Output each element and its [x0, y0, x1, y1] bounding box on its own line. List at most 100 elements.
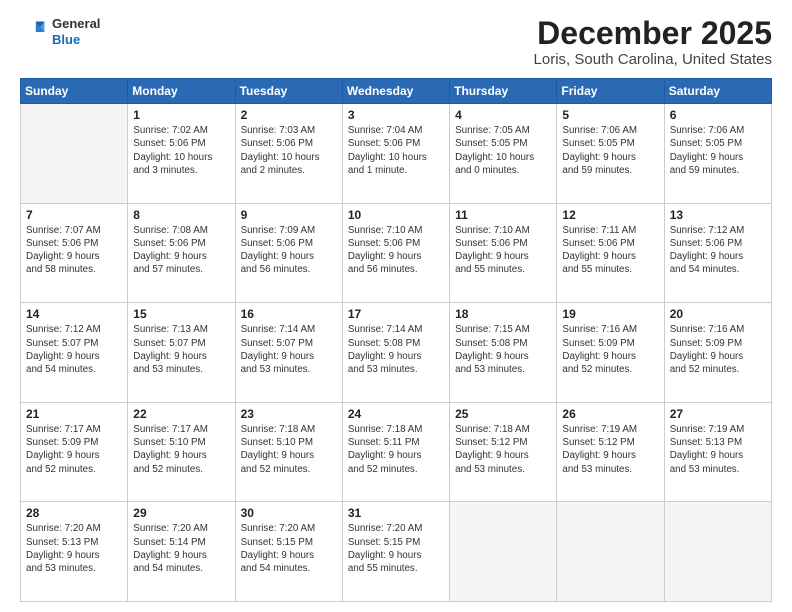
day-number: 19: [562, 307, 658, 321]
month-title: December 2025: [534, 16, 772, 51]
calendar-cell: 12 Sunrise: 7:11 AM Sunset: 5:06 PM Dayli…: [557, 203, 664, 303]
calendar-cell: 24 Sunrise: 7:18 AM Sunset: 5:11 PM Dayli…: [342, 402, 449, 502]
day-number: 12: [562, 208, 658, 222]
calendar-cell: [450, 502, 557, 602]
calendar-cell: 28 Sunrise: 7:20 AM Sunset: 5:13 PM Dayli…: [21, 502, 128, 602]
day-info: Sunrise: 7:16 AM Sunset: 5:09 PM Dayligh…: [670, 323, 766, 376]
weekday-header-monday: Monday: [128, 79, 235, 104]
day-info: Sunrise: 7:05 AM Sunset: 5:05 PM Dayligh…: [455, 124, 551, 177]
calendar-cell: 21Sunrise: 7:17 AM Sunset: 5:09 PM Dayli…: [21, 402, 128, 502]
logo-general-text: General: [52, 16, 100, 31]
day-number: 23: [241, 407, 337, 421]
calendar-cell: 16Sunrise: 7:14 AM Sunset: 5:07 PM Dayli…: [235, 303, 342, 403]
day-info: Sunrise: 7:20 AM Sunset: 5:15 PM Dayligh…: [348, 522, 444, 575]
calendar-week-row: 21Sunrise: 7:17 AM Sunset: 5:09 PM Dayli…: [21, 402, 772, 502]
calendar-cell: 19Sunrise: 7:16 AM Sunset: 5:09 PM Dayli…: [557, 303, 664, 403]
day-info: Sunrise: 7:17 AM Sunset: 5:10 PM Dayligh…: [133, 423, 229, 476]
day-number: 5: [562, 108, 658, 122]
day-number: 2: [241, 108, 337, 122]
calendar-body: 1 Sunrise: 7:02 AM Sunset: 5:06 PM Daylig…: [21, 104, 772, 602]
location-title: Loris, South Carolina, United States: [534, 51, 772, 68]
day-number: 10: [348, 208, 444, 222]
day-number: 30: [241, 506, 337, 520]
calendar-cell: 17 Sunrise: 7:14 AM Sunset: 5:08 PM Dayli…: [342, 303, 449, 403]
day-info: Sunrise: 7:18 AM Sunset: 5:10 PM Dayligh…: [241, 423, 337, 476]
day-number: 17: [348, 307, 444, 321]
calendar-cell: 11Sunrise: 7:10 AM Sunset: 5:06 PM Dayli…: [450, 203, 557, 303]
calendar-header: SundayMondayTuesdayWednesdayThursdayFrid…: [21, 79, 772, 104]
day-info: Sunrise: 7:18 AM Sunset: 5:12 PM Dayligh…: [455, 423, 551, 476]
day-info: Sunrise: 7:08 AM Sunset: 5:06 PM Dayligh…: [133, 224, 229, 277]
title-area: December 2025 Loris, South Carolina, Uni…: [534, 16, 772, 68]
day-number: 26: [562, 407, 658, 421]
day-info: Sunrise: 7:20 AM Sunset: 5:13 PM Dayligh…: [26, 522, 122, 575]
weekday-header-row: SundayMondayTuesdayWednesdayThursdayFrid…: [21, 79, 772, 104]
day-info: Sunrise: 7:19 AM Sunset: 5:12 PM Dayligh…: [562, 423, 658, 476]
calendar-week-row: 28 Sunrise: 7:20 AM Sunset: 5:13 PM Dayli…: [21, 502, 772, 602]
calendar-cell: [21, 104, 128, 204]
day-info: Sunrise: 7:10 AM Sunset: 5:06 PM Dayligh…: [348, 224, 444, 277]
day-info: Sunrise: 7:19 AM Sunset: 5:13 PM Dayligh…: [670, 423, 766, 476]
logo: General Blue: [20, 16, 100, 47]
day-number: 3: [348, 108, 444, 122]
weekday-header-sunday: Sunday: [21, 79, 128, 104]
day-number: 21: [26, 407, 122, 421]
logo-icon: [20, 18, 48, 46]
day-number: 16: [241, 307, 337, 321]
day-number: 14: [26, 307, 122, 321]
calendar-cell: 23 Sunrise: 7:18 AM Sunset: 5:10 PM Dayli…: [235, 402, 342, 502]
day-info: Sunrise: 7:12 AM Sunset: 5:07 PM Dayligh…: [26, 323, 122, 376]
day-number: 27: [670, 407, 766, 421]
calendar-week-row: 1 Sunrise: 7:02 AM Sunset: 5:06 PM Daylig…: [21, 104, 772, 204]
day-number: 13: [670, 208, 766, 222]
calendar-cell: 20 Sunrise: 7:16 AM Sunset: 5:09 PM Dayli…: [664, 303, 771, 403]
day-number: 22: [133, 407, 229, 421]
day-info: Sunrise: 7:20 AM Sunset: 5:14 PM Dayligh…: [133, 522, 229, 575]
calendar-cell: 3 Sunrise: 7:04 AM Sunset: 5:06 PM Daylig…: [342, 104, 449, 204]
calendar-cell: 6 Sunrise: 7:06 AM Sunset: 5:05 PM Daylig…: [664, 104, 771, 204]
day-number: 15: [133, 307, 229, 321]
day-info: Sunrise: 7:12 AM Sunset: 5:06 PM Dayligh…: [670, 224, 766, 277]
weekday-header-tuesday: Tuesday: [235, 79, 342, 104]
day-number: 20: [670, 307, 766, 321]
page: General Blue December 2025 Loris, South …: [0, 0, 792, 612]
calendar-table: SundayMondayTuesdayWednesdayThursdayFrid…: [20, 78, 772, 602]
day-info: Sunrise: 7:04 AM Sunset: 5:06 PM Dayligh…: [348, 124, 444, 177]
calendar-cell: 27 Sunrise: 7:19 AM Sunset: 5:13 PM Dayli…: [664, 402, 771, 502]
day-info: Sunrise: 7:09 AM Sunset: 5:06 PM Dayligh…: [241, 224, 337, 277]
day-info: Sunrise: 7:02 AM Sunset: 5:06 PM Dayligh…: [133, 124, 229, 177]
logo-general: General: [52, 16, 100, 32]
calendar-cell: 30 Sunrise: 7:20 AM Sunset: 5:15 PM Dayli…: [235, 502, 342, 602]
day-number: 29: [133, 506, 229, 520]
day-info: Sunrise: 7:18 AM Sunset: 5:11 PM Dayligh…: [348, 423, 444, 476]
calendar-cell: 13 Sunrise: 7:12 AM Sunset: 5:06 PM Dayli…: [664, 203, 771, 303]
logo-text: General Blue: [52, 16, 100, 47]
day-info: Sunrise: 7:06 AM Sunset: 5:05 PM Dayligh…: [670, 124, 766, 177]
day-number: 8: [133, 208, 229, 222]
day-info: Sunrise: 7:03 AM Sunset: 5:06 PM Dayligh…: [241, 124, 337, 177]
day-info: Sunrise: 7:20 AM Sunset: 5:15 PM Dayligh…: [241, 522, 337, 575]
calendar-cell: 9 Sunrise: 7:09 AM Sunset: 5:06 PM Daylig…: [235, 203, 342, 303]
day-info: Sunrise: 7:14 AM Sunset: 5:08 PM Dayligh…: [348, 323, 444, 376]
day-number: 31: [348, 506, 444, 520]
day-info: Sunrise: 7:11 AM Sunset: 5:06 PM Dayligh…: [562, 224, 658, 277]
day-number: 6: [670, 108, 766, 122]
day-number: 11: [455, 208, 551, 222]
calendar-cell: [557, 502, 664, 602]
day-number: 28: [26, 506, 122, 520]
day-info: Sunrise: 7:06 AM Sunset: 5:05 PM Dayligh…: [562, 124, 658, 177]
header: General Blue December 2025 Loris, South …: [20, 16, 772, 68]
calendar-cell: 5 Sunrise: 7:06 AM Sunset: 5:05 PM Daylig…: [557, 104, 664, 204]
day-number: 9: [241, 208, 337, 222]
day-number: 25: [455, 407, 551, 421]
logo-blue: Blue: [52, 32, 100, 48]
day-number: 1: [133, 108, 229, 122]
day-info: Sunrise: 7:07 AM Sunset: 5:06 PM Dayligh…: [26, 224, 122, 277]
day-number: 4: [455, 108, 551, 122]
calendar-cell: [664, 502, 771, 602]
calendar-cell: 4 Sunrise: 7:05 AM Sunset: 5:05 PM Daylig…: [450, 104, 557, 204]
calendar-cell: 22 Sunrise: 7:17 AM Sunset: 5:10 PM Dayli…: [128, 402, 235, 502]
calendar-cell: 31 Sunrise: 7:20 AM Sunset: 5:15 PM Dayli…: [342, 502, 449, 602]
calendar-cell: 10 Sunrise: 7:10 AM Sunset: 5:06 PM Dayli…: [342, 203, 449, 303]
day-number: 24: [348, 407, 444, 421]
